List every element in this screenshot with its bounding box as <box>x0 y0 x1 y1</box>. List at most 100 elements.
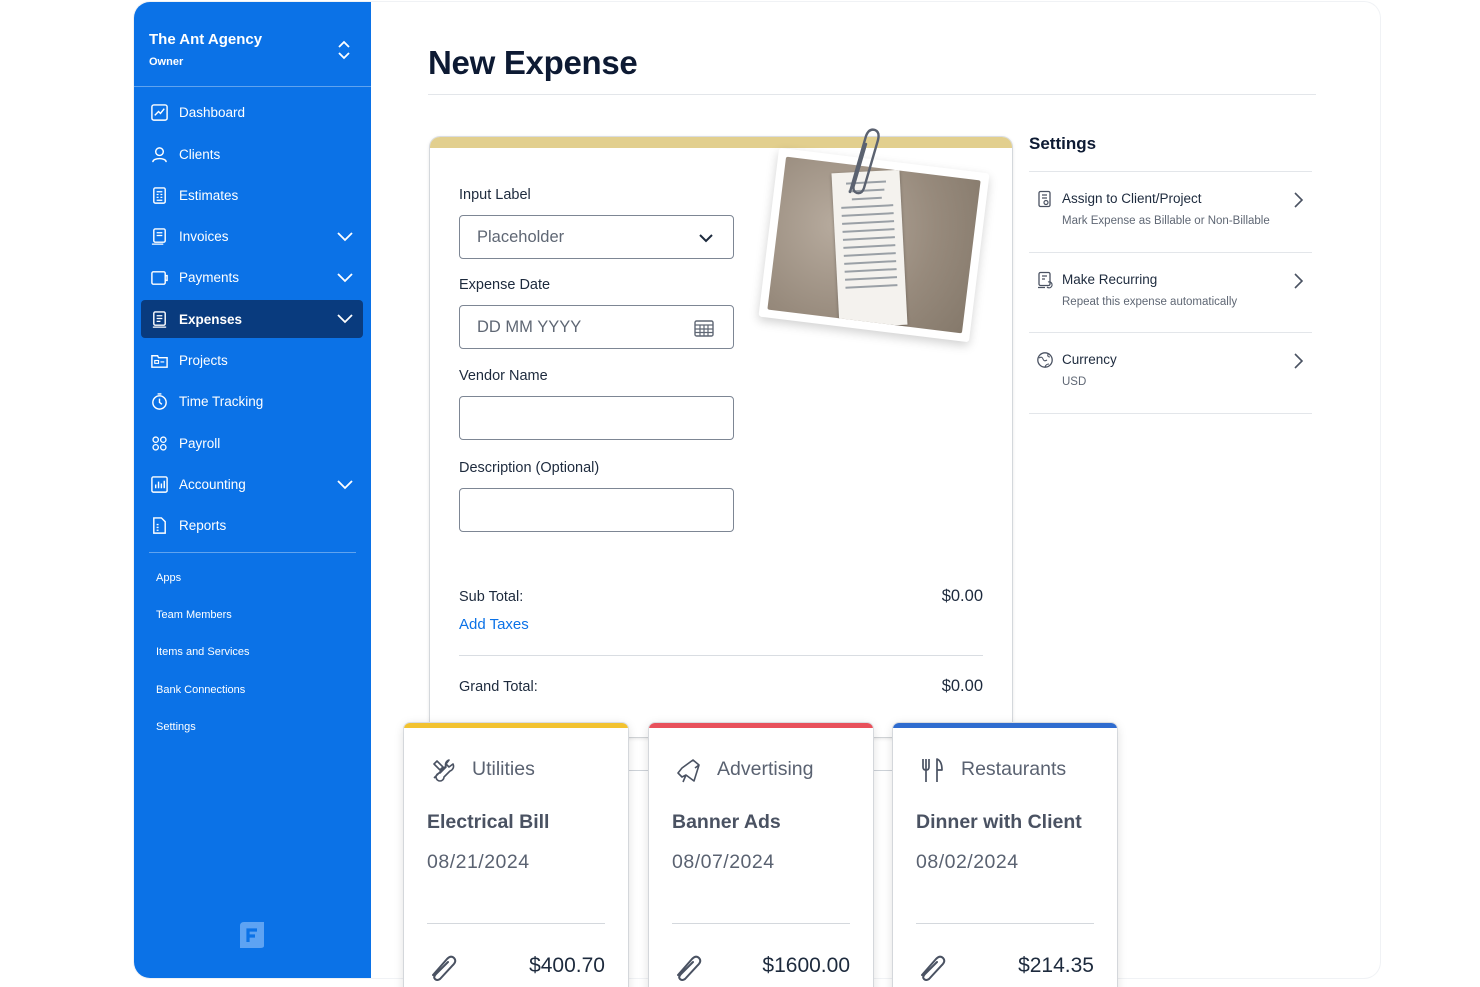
chevron-up-down-icon[interactable] <box>335 38 353 62</box>
description-field[interactable] <box>459 488 734 532</box>
expense-card-utilities[interactable]: Utilities Electrical Bill 08/21/2024 $40… <box>404 723 628 987</box>
card-stack-edge <box>628 770 648 771</box>
setting-subtitle: Mark Expense as Billable or Non-Billable <box>1062 215 1270 227</box>
sidebar-link-apps[interactable]: Apps <box>156 567 250 604</box>
sidebar-item-label: Invoices <box>179 229 229 245</box>
card-accent-bar <box>430 137 1012 148</box>
dashboard-icon <box>151 104 168 122</box>
megaphone-icon <box>677 759 700 783</box>
sidebar-item-payments[interactable]: Payments <box>141 259 363 297</box>
card-color-bar <box>893 723 1117 728</box>
sidebar-divider <box>149 552 356 553</box>
expense-card-restaurants[interactable]: Restaurants Dinner with Client 08/02/202… <box>893 723 1117 987</box>
sidebar-item-time-tracking[interactable]: Time Tracking <box>141 383 363 421</box>
sidebar-item-expenses[interactable]: Expenses <box>141 300 363 338</box>
expense-name: Dinner with Client <box>916 811 1082 833</box>
clients-icon <box>152 146 167 162</box>
payroll-icon <box>152 436 167 451</box>
expense-category: Restaurants <box>961 758 1067 780</box>
freshbooks-logo-icon <box>240 922 264 948</box>
setting-subtitle: USD <box>1062 376 1087 388</box>
sidebar-item-label: Expenses <box>179 311 243 327</box>
sidebar-link-bank-connections[interactable]: Bank Connections <box>156 679 250 716</box>
sidebar-item-label: Projects <box>179 353 228 369</box>
sidebar-item-projects[interactable]: Projects <box>141 342 363 380</box>
accounting-icon <box>151 476 168 493</box>
calendar-icon[interactable] <box>694 319 714 337</box>
sidebar-item-clients[interactable]: Clients <box>141 135 363 173</box>
reports-icon <box>153 517 166 535</box>
assign-icon <box>1038 190 1051 208</box>
chevron-down-icon[interactable] <box>336 270 354 284</box>
expense-date-field[interactable]: DD MM YYYY <box>459 305 734 349</box>
grand-total-value: $0.00 <box>941 677 983 695</box>
sidebar-item-label: Payroll <box>179 435 221 451</box>
invoices-icon <box>151 228 166 245</box>
paperclip-icon <box>848 128 880 195</box>
chevron-down-icon[interactable] <box>336 477 354 491</box>
expense-category: Advertising <box>717 758 814 780</box>
attachment-icon[interactable] <box>427 951 457 981</box>
settings-divider <box>1029 413 1312 414</box>
estimates-icon <box>153 187 166 204</box>
org-name: The Ant Agency <box>149 31 263 48</box>
settings-title: Settings <box>1029 134 1097 153</box>
settings-assign-client-project[interactable]: Assign to Client/Project Mark Expense as… <box>1029 171 1312 252</box>
fork-knife-icon <box>922 758 943 782</box>
setting-subtitle: Repeat this expense automatically <box>1062 296 1238 308</box>
sidebar-nav: Dashboard Clients Estimates Invoices Pay… <box>141 94 363 548</box>
settings-make-recurring[interactable]: Make Recurring Repeat this expense autom… <box>1029 252 1312 333</box>
sidebar-item-label: Reports <box>179 518 227 534</box>
expense-name: Banner Ads <box>672 811 781 833</box>
sidebar: The Ant Agency Owner Dashboard Clients E… <box>134 2 371 978</box>
chevron-right-icon <box>1294 353 1304 369</box>
attachment-icon[interactable] <box>672 951 702 981</box>
expense-amount: $1600.00 <box>762 954 850 977</box>
chevron-down-icon <box>699 234 713 243</box>
setting-title: Assign to Client/Project <box>1062 191 1202 206</box>
sidebar-item-invoices[interactable]: Invoices <box>141 218 363 256</box>
attachment-icon[interactable] <box>916 951 946 981</box>
card-divider <box>427 923 605 924</box>
expense-amount: $214.35 <box>1018 954 1094 977</box>
vendor-name-field[interactable] <box>459 396 734 440</box>
chevron-right-icon <box>1294 273 1304 289</box>
chevron-down-icon[interactable] <box>336 229 354 243</box>
add-taxes-link[interactable]: Add Taxes <box>459 616 529 633</box>
settings-currency[interactable]: Currency USD <box>1029 332 1312 413</box>
sidebar-item-label: Accounting <box>179 476 246 492</box>
input-label: Input Label <box>459 187 531 203</box>
sidebar-item-label: Estimates <box>179 187 239 203</box>
expense-date: 08/07/2024 <box>672 851 775 873</box>
expenses-icon <box>152 310 167 328</box>
setting-title: Make Recurring <box>1062 272 1158 287</box>
org-switcher[interactable]: The Ant Agency Owner <box>149 31 262 68</box>
page-title: New Expense <box>428 44 638 81</box>
projects-icon <box>151 355 168 368</box>
expense-amount: $400.70 <box>529 954 605 977</box>
time-tracking-icon <box>152 393 167 411</box>
sidebar-item-payroll[interactable]: Payroll <box>141 424 363 462</box>
sidebar-secondary-nav: Apps Team Members Items and Services Ban… <box>156 567 250 753</box>
card-divider <box>672 923 850 924</box>
subtotal-value: $0.00 <box>941 587 983 605</box>
card-divider <box>916 923 1094 924</box>
sidebar-item-estimates[interactable]: Estimates <box>141 177 363 215</box>
tools-icon <box>433 759 455 782</box>
sidebar-link-settings[interactable]: Settings <box>156 716 250 753</box>
sidebar-item-dashboard[interactable]: Dashboard <box>141 94 363 132</box>
category-select[interactable]: Placeholder <box>459 215 734 259</box>
sidebar-item-label: Payments <box>179 270 240 286</box>
vendor-name-label: Vendor Name <box>459 368 548 384</box>
sidebar-link-items-and-services[interactable]: Items and Services <box>156 641 250 678</box>
description-label: Description (Optional) <box>459 460 600 476</box>
sidebar-item-reports[interactable]: Reports <box>141 507 363 545</box>
chevron-down-icon[interactable] <box>336 311 354 325</box>
sidebar-link-team-members[interactable]: Team Members <box>156 604 250 641</box>
currency-icon <box>1037 352 1053 368</box>
sidebar-item-label: Clients <box>179 146 221 162</box>
sidebar-item-accounting[interactable]: Accounting <box>141 466 363 504</box>
card-color-bar <box>404 723 628 728</box>
card-color-bar <box>649 723 873 728</box>
expense-card-advertising[interactable]: Advertising Banner Ads 08/07/2024 $1600.… <box>649 723 873 987</box>
